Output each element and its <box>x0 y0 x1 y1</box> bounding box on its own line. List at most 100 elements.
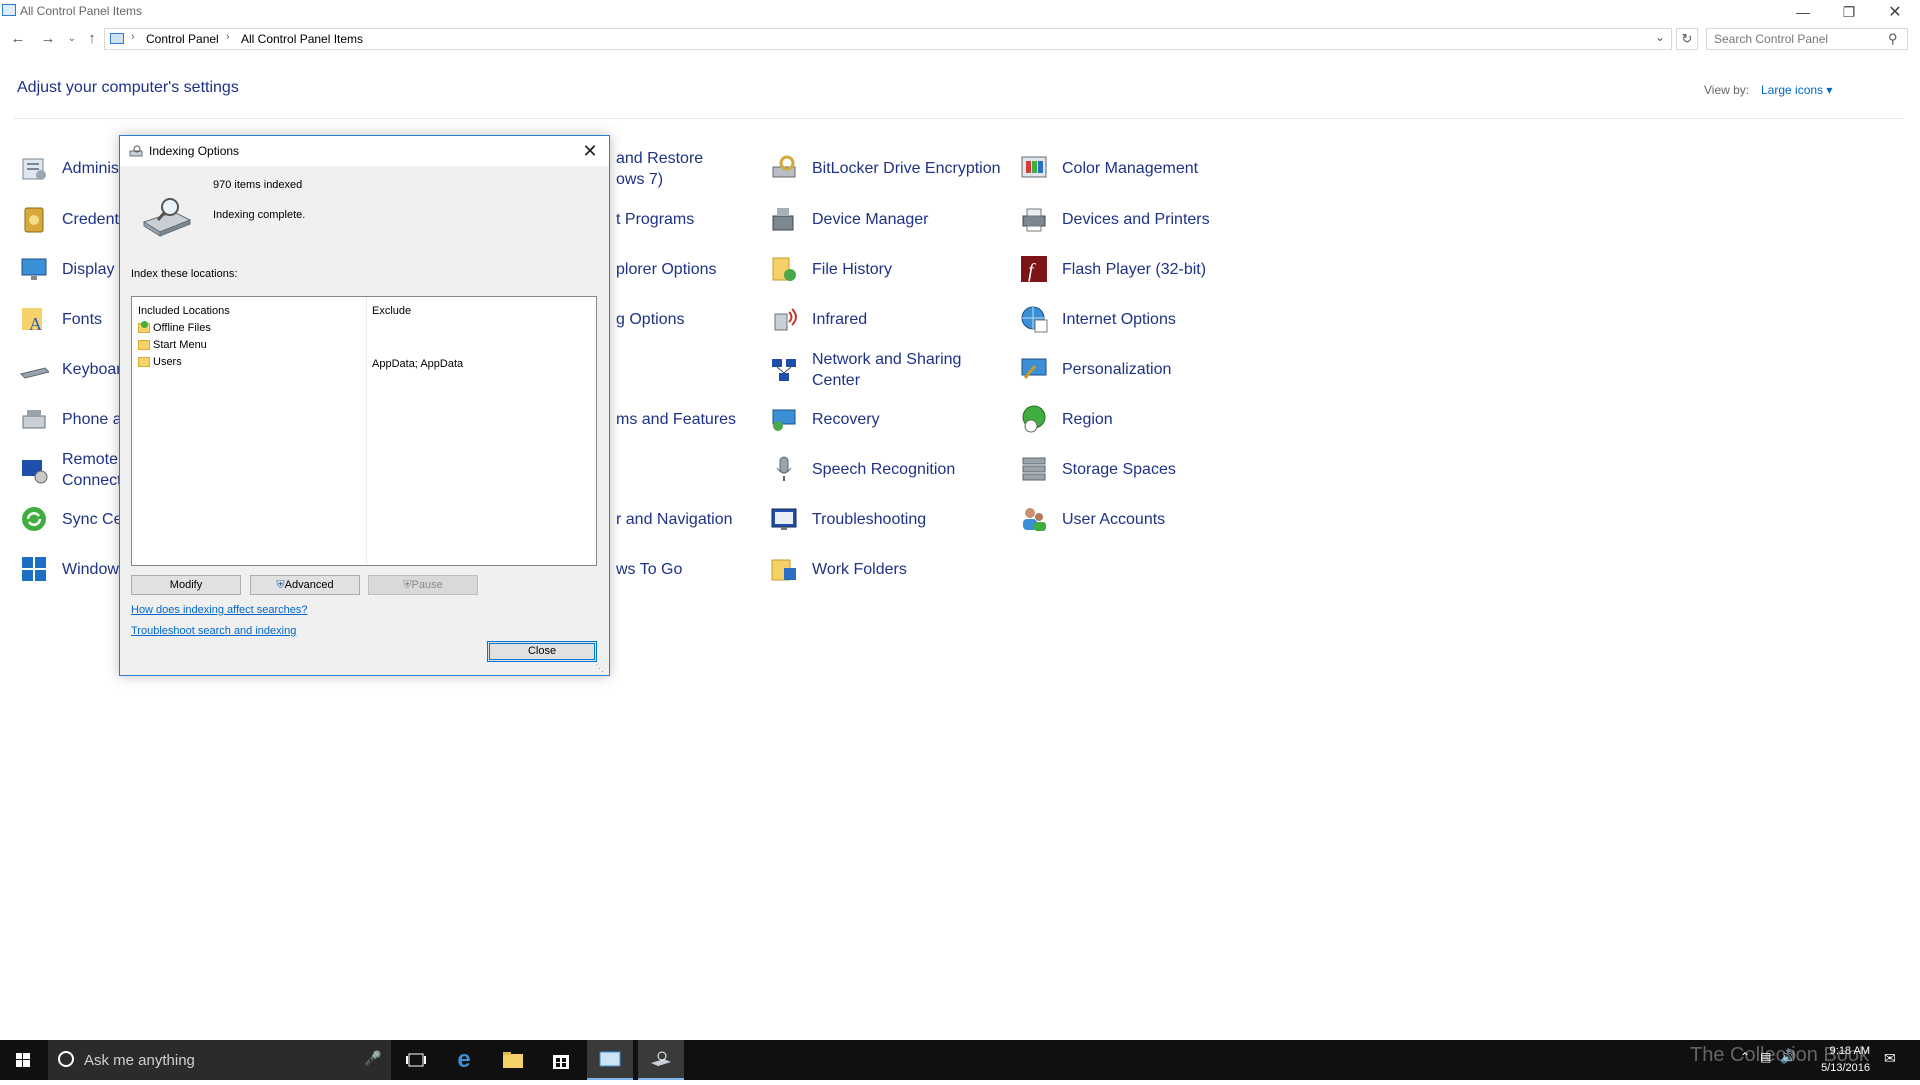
close-window-button[interactable]: ✕ <box>1872 0 1918 24</box>
edge-button[interactable]: e <box>441 1040 487 1080</box>
cp-item-backup-and-restore[interactable]: and Restore ows 7) <box>616 145 703 193</box>
cp-item-personalization[interactable]: Personalization <box>1018 346 1171 392</box>
indexing-help-link[interactable]: How does indexing affect searches? <box>131 604 308 616</box>
cp-item-work-folders[interactable]: Work Folders <box>768 546 907 592</box>
search-input[interactable]: Search Control Panel <box>1706 28 1908 50</box>
cp-item-label: t Programs <box>616 210 695 228</box>
advanced-button[interactable]: ⛨Advanced <box>250 575 360 595</box>
chevron-down-icon[interactable]: ⌄ <box>1655 30 1665 44</box>
file-explorer-button[interactable] <box>490 1040 536 1080</box>
cp-item-label: plorer Options <box>616 260 717 278</box>
resize-grip-icon[interactable]: ⋱ <box>595 663 604 674</box>
cp-item-keyboard[interactable]: Keyboar <box>18 346 122 392</box>
cp-item-phone-and-modem[interactable]: Phone a <box>18 396 122 442</box>
cp-item-label: Adminis <box>62 159 119 177</box>
start-button[interactable] <box>0 1040 46 1080</box>
items-indexed-count: 970 items indexed <box>213 179 303 191</box>
cp-item-windows-to-go[interactable]: ws To Go <box>616 546 682 592</box>
breadcrumb-all-items[interactable]: All Control Panel Items <box>241 32 363 46</box>
chevron-up-icon[interactable]: ⌃ <box>1740 1050 1750 1064</box>
cp-item-file-history[interactable]: File History <box>768 246 892 292</box>
back-button[interactable]: ← <box>8 30 28 50</box>
network-icon[interactable]: ▤ <box>1760 1050 1771 1064</box>
indexing-options-taskbar-button[interactable] <box>638 1040 684 1080</box>
cp-item-label: User Accounts <box>1062 510 1166 528</box>
cp-item-flash-player[interactable]: f Flash Player (32-bit) <box>1018 246 1206 292</box>
store-button[interactable] <box>538 1040 584 1080</box>
network-icon <box>768 354 800 386</box>
cp-item-recovery[interactable]: Recovery <box>768 396 880 442</box>
cp-item-region[interactable]: Region <box>1018 396 1113 442</box>
svg-text:A: A <box>29 314 42 334</box>
cp-item-label: Work Folders <box>812 560 907 578</box>
table-row[interactable]: Offline Files <box>138 321 211 334</box>
cp-item-troubleshooting[interactable]: Troubleshooting <box>768 496 926 542</box>
cp-item-indexing-options[interactable]: g Options <box>616 296 684 342</box>
cp-item-network-and-sharing[interactable]: Network and Sharing Center <box>768 346 961 394</box>
close-icon[interactable]: ✕ <box>575 139 605 163</box>
troubleshoot-link[interactable]: Troubleshoot search and indexing <box>131 625 296 637</box>
cp-item-label: BitLocker Drive Encryption <box>812 159 1001 177</box>
cp-item-device-manager[interactable]: Device Manager <box>768 196 929 242</box>
edge-icon: e <box>457 1046 471 1073</box>
page-title: Adjust your computer's settings <box>17 79 239 96</box>
restore-button[interactable]: ❐ <box>1826 0 1872 24</box>
search-icon[interactable]: ⚲ <box>1888 31 1898 47</box>
task-view-button[interactable] <box>393 1040 439 1080</box>
cp-item-sync-center[interactable]: Sync Cer <box>18 496 128 542</box>
clock-time[interactable]: 9:18 AM <box>1790 1045 1870 1057</box>
troubleshooting-icon <box>768 503 800 535</box>
cp-item-administrative-tools[interactable]: Adminis <box>18 145 119 191</box>
microphone-icon[interactable]: 🎤 <box>364 1050 381 1067</box>
up-button[interactable]: ↑ <box>82 30 102 50</box>
cp-item-file-explorer-options[interactable]: plorer Options <box>616 246 717 292</box>
cp-item-default-programs[interactable]: t Programs <box>616 196 694 242</box>
clock-date[interactable]: 5/13/2016 <box>1790 1062 1870 1074</box>
device-manager-icon <box>768 203 800 235</box>
control-panel-taskbar-button[interactable] <box>587 1040 633 1080</box>
flash-icon: f <box>1018 253 1050 285</box>
cp-item-user-accounts[interactable]: User Accounts <box>1018 496 1165 542</box>
cp-item-devices-and-printers[interactable]: Devices and Printers <box>1018 196 1210 242</box>
cp-item-bitlocker[interactable]: BitLocker Drive Encryption <box>768 145 1001 191</box>
pause-button[interactable]: ⛨Pause <box>368 575 478 595</box>
close-button[interactable]: Close <box>487 641 597 662</box>
forward-button[interactable]: → <box>38 30 58 50</box>
globe-icon <box>1018 303 1050 335</box>
cp-item-taskbar-and-navigation[interactable]: r and Navigation <box>616 496 733 542</box>
view-by-dropdown[interactable]: Large icons ▾ <box>1761 83 1832 97</box>
minimize-button[interactable]: — <box>1780 0 1826 24</box>
cp-item-display[interactable]: Display <box>18 246 114 292</box>
view-by-label: View by: <box>1704 83 1750 97</box>
cp-item-programs-and-features[interactable]: ms and Features <box>616 396 736 442</box>
cp-item-fonts[interactable]: A Fonts <box>18 296 102 342</box>
modify-button[interactable]: Modify <box>131 575 241 595</box>
cp-item-infrared[interactable]: Infrared <box>768 296 867 342</box>
window-titlebar <box>0 0 1920 24</box>
cp-item-color-management[interactable]: Color Management <box>1018 145 1198 191</box>
locations-table[interactable]: Included Locations Exclude Offline Files… <box>131 296 597 566</box>
cp-item-credential-manager[interactable]: Credenti <box>18 196 122 242</box>
cp-item-speech-recognition[interactable]: Speech Recognition <box>768 446 955 492</box>
folder-icon <box>138 357 150 367</box>
col-header-exclude: Exclude <box>372 305 412 317</box>
refresh-button[interactable]: ↻ <box>1676 28 1698 50</box>
cp-item-label: Window <box>62 560 119 578</box>
breadcrumb-control-panel[interactable]: Control Panel <box>146 32 219 46</box>
cp-item-windows-defender[interactable]: Window <box>18 546 119 592</box>
work-folders-icon <box>768 553 800 585</box>
notification-icon[interactable]: ✉ <box>1884 1050 1896 1067</box>
table-row[interactable]: Start Menu <box>138 339 207 351</box>
shield-icon: ⛨ <box>276 579 285 591</box>
recent-locations-button[interactable]: ⌄ <box>62 30 82 50</box>
cp-item-label: File History <box>812 260 893 278</box>
indexing-icon <box>129 144 143 157</box>
cp-item-label: Speech Recognition <box>812 460 956 478</box>
cp-item-label: Remote Connect <box>62 449 122 491</box>
cp-item-label: Phone a <box>62 410 122 428</box>
table-row[interactable]: Users <box>138 356 182 368</box>
users-icon <box>1018 503 1050 535</box>
cp-item-storage-spaces[interactable]: Storage Spaces <box>1018 446 1176 492</box>
cp-item-internet-options[interactable]: Internet Options <box>1018 296 1176 342</box>
cp-item-remoteapp[interactable]: Remote Connect <box>18 446 122 494</box>
